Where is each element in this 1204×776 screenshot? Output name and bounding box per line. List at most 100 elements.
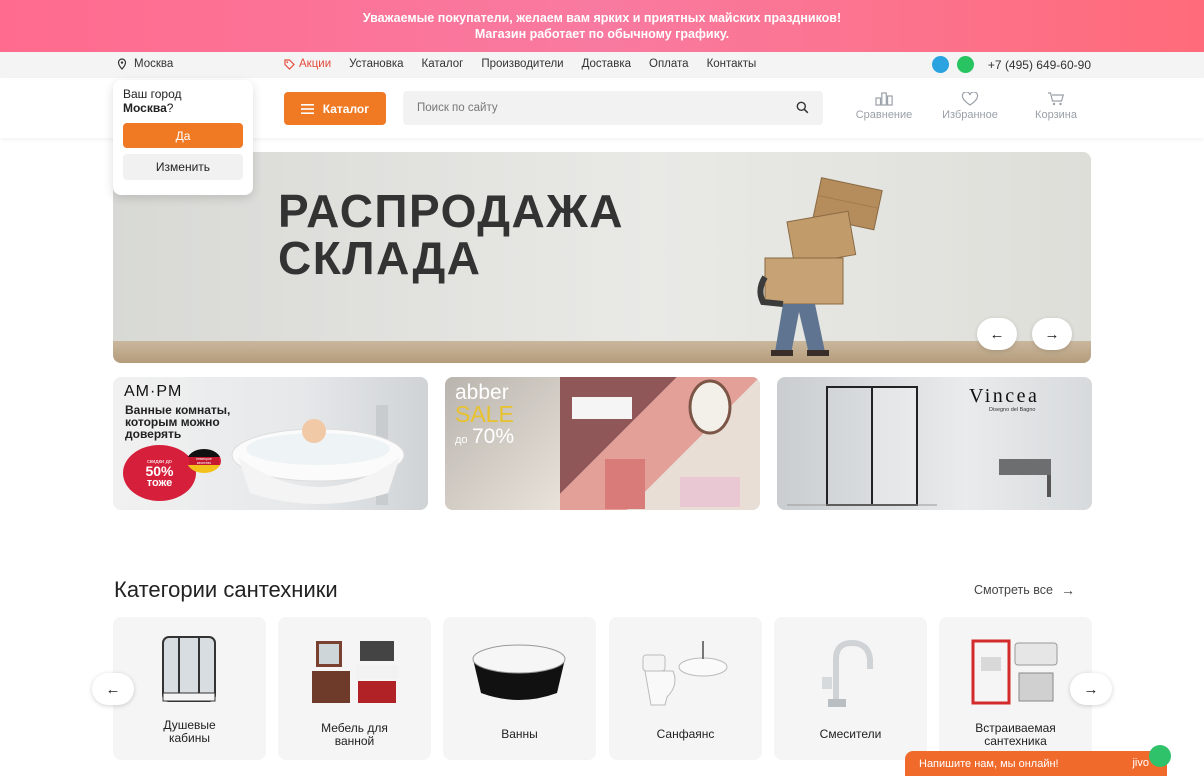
- compare-label: Сравнение: [855, 109, 913, 121]
- search-input[interactable]: Поиск по сайту: [403, 91, 823, 125]
- hero-slider: РАСПРОДАЖА СКЛАДА ← →: [113, 152, 1091, 363]
- categories-prev-button[interactable]: ←: [92, 673, 134, 705]
- category-bathtubs[interactable]: Ванны: [443, 617, 596, 760]
- hero-title-line-1: РАСПРОДАЖА: [278, 185, 625, 237]
- cart-icon: [1048, 92, 1065, 106]
- catalog-button[interactable]: Каталог: [284, 92, 386, 125]
- ampm-discount-badge: скидки до 50% тоже: [123, 445, 196, 501]
- category-faucets[interactable]: Смесители: [774, 617, 927, 760]
- arrow-left-icon: ←: [105, 680, 121, 698]
- see-all-label: Смотреть все: [974, 583, 1053, 597]
- whatsapp-icon[interactable]: [956, 56, 974, 73]
- promo-line-1: Уважаемые покупатели, желаем вам ярких и…: [362, 11, 842, 25]
- hero-title: РАСПРОДАЖА СКЛАДА: [278, 188, 624, 282]
- city-yes-button[interactable]: Да: [123, 123, 243, 148]
- promo-line-2: Магазин работает по обычному графику.: [474, 27, 730, 41]
- arrow-right-icon: →: [1083, 680, 1099, 698]
- categories-title: Категории сантехники: [114, 577, 338, 602]
- chat-label: Напишите нам, мы онлайн!: [919, 758, 1059, 770]
- ampm-quality-badge: немецкое качество: [187, 449, 221, 473]
- banner-abber[interactable]: abber SALE до 70%: [445, 377, 760, 510]
- banner-vincea[interactable]: Vincea Disegno del Bagno: [777, 377, 1092, 510]
- chat-widget[interactable]: Напишите нам, мы онлайн! jivo: [905, 745, 1171, 776]
- heart-icon: [961, 91, 979, 106]
- favorites-label: Избранное: [942, 109, 998, 121]
- favorites-link[interactable]: Избранное: [935, 91, 1005, 121]
- city-question-text: Ваш город: [123, 87, 182, 101]
- city-question-city: Москва?: [123, 101, 243, 115]
- ampm-badge-tail: тоже: [146, 477, 173, 489]
- bathroom-furniture-image: [312, 641, 398, 703]
- nav-payment[interactable]: Оплата: [649, 58, 689, 70]
- city-question: Ваш город: [123, 87, 243, 101]
- catalog-button-label: Каталог: [322, 101, 370, 116]
- compare-icon: [875, 92, 893, 106]
- nav-contacts[interactable]: Контакты: [707, 58, 757, 70]
- vincea-shower-illustration: [787, 386, 1051, 506]
- location-pin-icon: [117, 58, 127, 70]
- nav-manufacturers[interactable]: Производители: [481, 58, 563, 70]
- category-label: Санфаянс: [656, 727, 715, 741]
- cart-link[interactable]: Корзина: [1021, 92, 1091, 121]
- nav-installation[interactable]: Установка: [349, 58, 403, 70]
- city-selector[interactable]: Москва: [116, 58, 173, 70]
- ampm-quality-text: немецкое качество: [189, 457, 219, 465]
- banner-ampm[interactable]: AM·PM Ванные комнаты, которым можно дове…: [113, 377, 428, 510]
- category-label-line-2: кабины: [168, 731, 210, 745]
- city-name: Москва: [134, 58, 174, 70]
- popup-qmark: ?: [166, 101, 174, 115]
- installation-frame-image: [971, 639, 1058, 705]
- nav-sales[interactable]: Акции: [284, 58, 331, 70]
- category-label-line-2: ванной: [334, 734, 375, 748]
- category-label: Встраиваемая сантехника: [939, 722, 1092, 748]
- categories-next-button[interactable]: →: [1070, 673, 1112, 705]
- category-label: Ванны: [501, 727, 538, 741]
- tag-icon: [284, 58, 295, 70]
- top-nav: Акции Установка Каталог Производители До…: [284, 58, 756, 70]
- chat-status-icon: [1149, 745, 1171, 767]
- nav-delivery[interactable]: Доставка: [582, 58, 631, 70]
- abber-value: 70%: [472, 425, 515, 448]
- arrow-right-icon: →: [1044, 325, 1060, 343]
- menu-icon: [300, 103, 314, 114]
- category-label-line-2: сантехника: [984, 734, 1047, 748]
- category-bathroom-furniture[interactable]: Мебель для ванной: [278, 617, 431, 760]
- category-label: Душевые кабины: [113, 719, 266, 745]
- nav-sales-label: Акции: [299, 58, 332, 70]
- telegram-icon[interactable]: [931, 56, 949, 73]
- search-icon[interactable]: [796, 101, 809, 114]
- ampm-text: Ванные комнаты, которым можно доверять: [125, 404, 230, 440]
- city-change-button[interactable]: Изменить: [123, 154, 243, 180]
- arrow-right-icon: →: [1060, 582, 1075, 598]
- hero-floor: [113, 341, 1091, 363]
- category-label: Мебель для ванной: [278, 722, 431, 748]
- jivo-logo: jivo: [1132, 757, 1149, 769]
- ampm-bathtub-illustration: [231, 405, 405, 505]
- faucet-image: [822, 639, 873, 707]
- contacts: +7 (495) 649-60-90: [931, 56, 1091, 73]
- ampm-text-line-3: доверять: [125, 427, 182, 441]
- phone-number[interactable]: +7 (495) 649-60-90: [988, 58, 1091, 72]
- bathtub-image: [472, 644, 566, 700]
- cart-label: Корзина: [1035, 109, 1077, 121]
- see-all-link[interactable]: Смотреть все →: [974, 582, 1075, 598]
- shower-cabin-image: [162, 636, 216, 702]
- abber-upto: до: [455, 434, 468, 446]
- city-confirm-popup: Ваш город Москва? Да Изменить: [113, 80, 253, 195]
- hero-next-button[interactable]: →: [1032, 318, 1072, 350]
- abber-discount: до 70%: [455, 425, 514, 449]
- arrow-left-icon: ←: [989, 325, 1005, 343]
- hero-prev-button[interactable]: ←: [977, 318, 1017, 350]
- category-shower-cabins[interactable]: Душевые кабины: [113, 617, 266, 760]
- popup-city-name: Москва: [123, 101, 167, 115]
- search-placeholder: Поиск по сайту: [417, 102, 498, 114]
- compare-link[interactable]: Сравнение: [849, 92, 919, 121]
- abber-sale: SALE: [455, 401, 514, 427]
- ampm-logo: AM·PM: [124, 383, 183, 400]
- nav-catalog[interactable]: Каталог: [422, 58, 464, 70]
- category-label: Смесители: [819, 727, 882, 741]
- category-sanitary-ware[interactable]: Санфаянс: [609, 617, 762, 760]
- top-bar: Москва Акции Установка Каталог Производи…: [0, 52, 1204, 78]
- hero-illustration: [757, 177, 883, 356]
- promo-banner: Уважаемые покупатели, желаем вам ярких и…: [0, 0, 1204, 52]
